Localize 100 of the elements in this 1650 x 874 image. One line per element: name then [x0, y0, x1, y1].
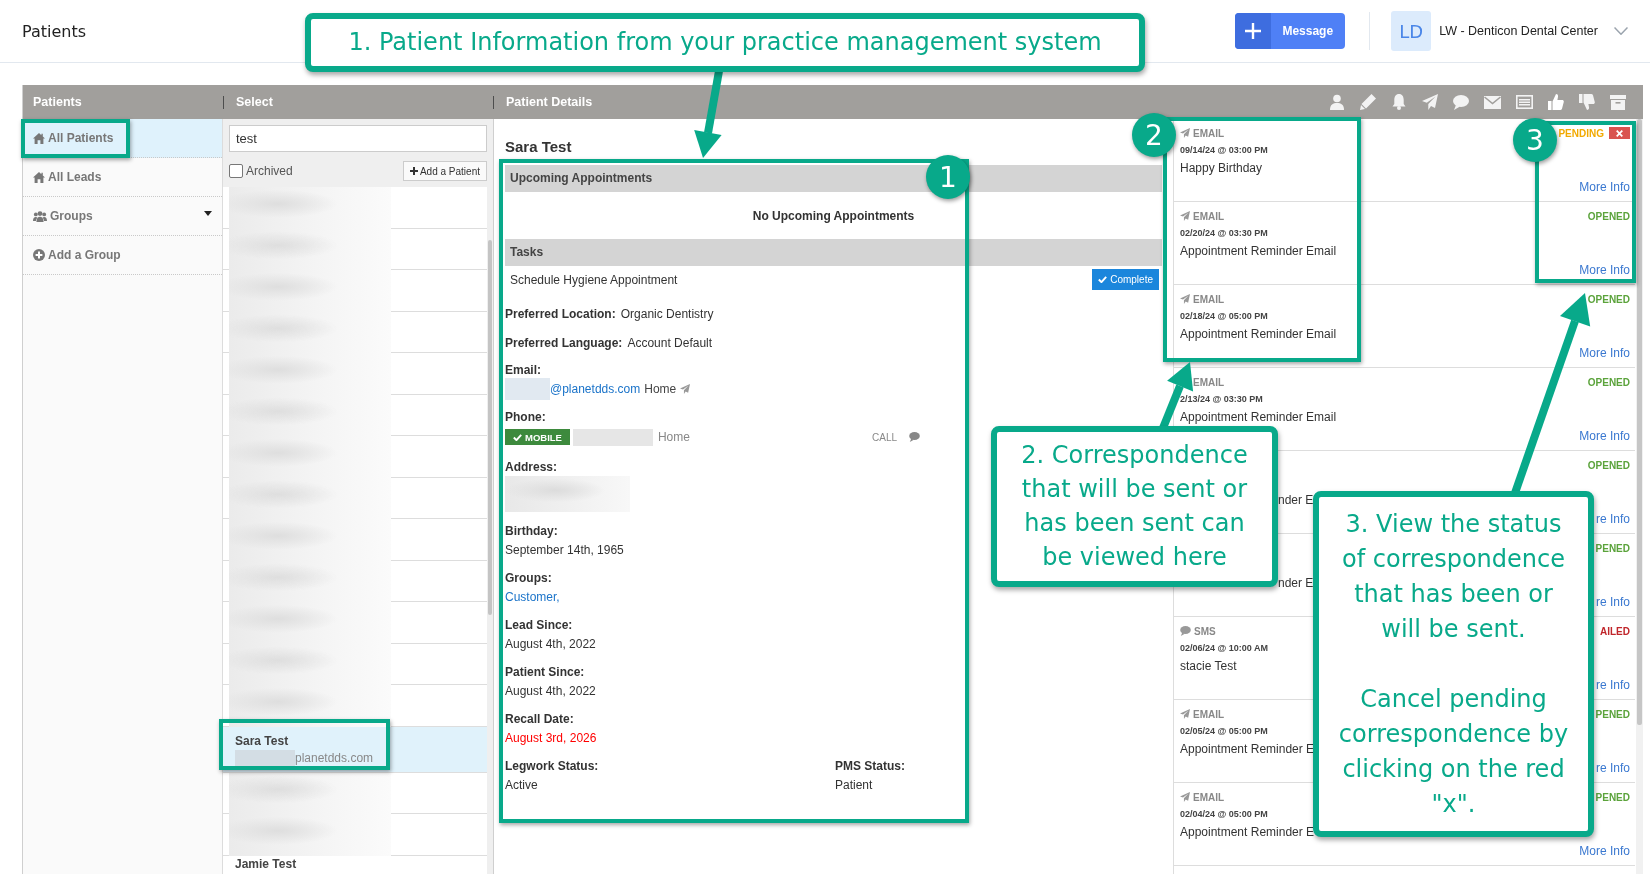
field-label: Groups:	[505, 570, 552, 587]
sent-date: 02/18/24 @ 05:00 PM	[1180, 311, 1268, 321]
more-info-link[interactable]: re Info	[1595, 677, 1630, 693]
status-label: OPENED	[1587, 210, 1630, 222]
field-label: Legwork Status:	[505, 758, 599, 775]
patient-list-item[interactable]	[223, 772, 487, 814]
bell-icon[interactable]	[1391, 94, 1407, 110]
patient-list-item[interactable]	[223, 685, 487, 727]
channel-label: EMAIL	[1193, 210, 1225, 222]
sent-date: 09/14/24 @ 03:00 PM	[1180, 145, 1268, 155]
call-link[interactable]: CALL	[872, 431, 897, 443]
field-value: August 3rd, 2026	[505, 730, 597, 745]
redacted-block	[505, 377, 550, 400]
search-field[interactable]: test	[229, 125, 487, 152]
send-icon	[1180, 709, 1190, 719]
callout-text: Cancel pending correspondence by clicking on the red "x".	[1337, 684, 1570, 820]
message-subject: Appointment Reminder Email	[1180, 327, 1337, 341]
message-subject: Appointment Reminder E	[1180, 742, 1315, 756]
message-button[interactable]: Message	[1235, 13, 1346, 49]
channel-label: EMAIL	[1193, 708, 1225, 720]
thumbs-down-icon[interactable]	[1579, 94, 1595, 110]
list-icon[interactable]	[1516, 95, 1533, 109]
field-value: Account Default	[627, 336, 713, 350]
more-info-link[interactable]: More Info	[1579, 843, 1630, 859]
status-label: OPENED	[1587, 376, 1630, 388]
envelope-icon[interactable]	[1484, 95, 1501, 109]
complete-button[interactable]: Complete	[1092, 269, 1159, 290]
archive-icon[interactable]	[1610, 94, 1626, 110]
field-label: Preferred Language:	[505, 336, 623, 350]
sent-date: 02/05/24 @ 05:00 PM	[1180, 726, 1268, 736]
send-icon	[1180, 792, 1190, 802]
sent-date: 02/20/24 @ 03:30 PM	[1180, 228, 1268, 238]
column-title: Select	[236, 95, 273, 109]
add-patient-button[interactable]: Add a Patient	[402, 161, 487, 181]
message-subject: nder E	[1278, 576, 1314, 590]
more-info-link[interactable]: re Info	[1595, 594, 1630, 610]
send-icon[interactable]	[680, 383, 691, 394]
status-label: PENDING	[1558, 127, 1604, 139]
field-value: August 4th, 2022	[505, 636, 596, 651]
phone-type-label: MOBILE	[525, 431, 562, 443]
patient-list-item[interactable]	[223, 187, 487, 229]
field-label: Phone:	[505, 409, 546, 426]
field-value: August 4th, 2022	[505, 683, 596, 698]
email-type: Home	[644, 381, 677, 396]
chat-icon[interactable]	[1453, 94, 1469, 110]
status-label: OPENED	[1587, 459, 1630, 471]
task-text: Schedule Hygiene Appointment	[510, 272, 678, 287]
scrollbar-thumb[interactable]	[1637, 119, 1642, 725]
plus-icon	[1245, 23, 1262, 39]
status-label: AILED	[1600, 625, 1630, 637]
field-value: September 14th, 1965	[505, 542, 624, 557]
check-icon	[1098, 276, 1108, 283]
more-info-link[interactable]: re Info	[1595, 511, 1630, 527]
field-label: Email:	[505, 362, 541, 379]
send-icon[interactable]	[1422, 94, 1438, 110]
account-avatar[interactable]: LD	[1391, 11, 1432, 51]
sidebar-item[interactable]: Groups	[23, 197, 222, 236]
archived-checkbox[interactable]	[229, 164, 243, 178]
callout-text: 1. Patient Information from your practice management system	[348, 27, 1102, 58]
email-link[interactable]: @planetdds.com	[550, 381, 641, 396]
person-icon[interactable]	[1329, 94, 1345, 110]
patient-list-item[interactable]	[223, 814, 487, 856]
page-title: Patients	[22, 21, 87, 41]
more-info-link[interactable]: More Info	[1579, 179, 1630, 195]
field-label: Birthday:	[505, 523, 558, 540]
chat-icon[interactable]	[909, 432, 920, 442]
field-label: Recall Date:	[505, 711, 574, 728]
patient-name-heading: Sara Test	[505, 137, 573, 157]
account-name[interactable]: LW - Denticon Dental Center	[1439, 24, 1598, 38]
channel-label: EMAIL	[1193, 127, 1225, 139]
field-value: Patient	[835, 777, 873, 792]
archived-label[interactable]: Archived	[246, 164, 293, 178]
home-icon	[33, 171, 45, 183]
caret-down-icon[interactable]	[204, 210, 212, 216]
empty-message: No Upcoming Appointments	[752, 208, 915, 223]
sidebar-item[interactable]: All Leads	[23, 158, 222, 197]
chevron-down-icon[interactable]	[1614, 27, 1628, 35]
more-info-link[interactable]: More Info	[1579, 345, 1630, 361]
chat-icon	[1180, 626, 1191, 636]
field-value: Organic Dentistry	[620, 307, 714, 321]
close-icon	[1616, 129, 1623, 137]
pencil-icon[interactable]	[1360, 94, 1376, 110]
patient-name: Jamie Test	[235, 856, 298, 871]
status-label: PENED	[1595, 542, 1630, 554]
more-info-link[interactable]: re Info	[1595, 760, 1630, 776]
field-label: Preferred Location:	[505, 307, 616, 321]
send-icon	[1180, 211, 1190, 221]
callout-text: 2. Correspondence that will be sent or has been sent can be viewed here	[1020, 440, 1249, 573]
more-info-link[interactable]: More Info	[1579, 262, 1630, 278]
message-subject: Appointment Reminder Email	[1180, 244, 1337, 258]
cancel-button[interactable]	[1609, 127, 1630, 139]
message-subject: Appointment Reminder E	[1180, 825, 1315, 839]
scrollbar-thumb[interactable]	[488, 240, 492, 615]
channel-label: EMAIL	[1193, 293, 1225, 305]
sidebar-item[interactable]: Add a Group	[23, 236, 222, 275]
check-icon	[513, 433, 522, 441]
more-info-link[interactable]: More Info	[1579, 428, 1630, 444]
group-link[interactable]: Customer,	[505, 589, 560, 604]
field-label: PMS Status:	[835, 758, 905, 775]
thumbs-up-icon[interactable]	[1548, 94, 1564, 110]
